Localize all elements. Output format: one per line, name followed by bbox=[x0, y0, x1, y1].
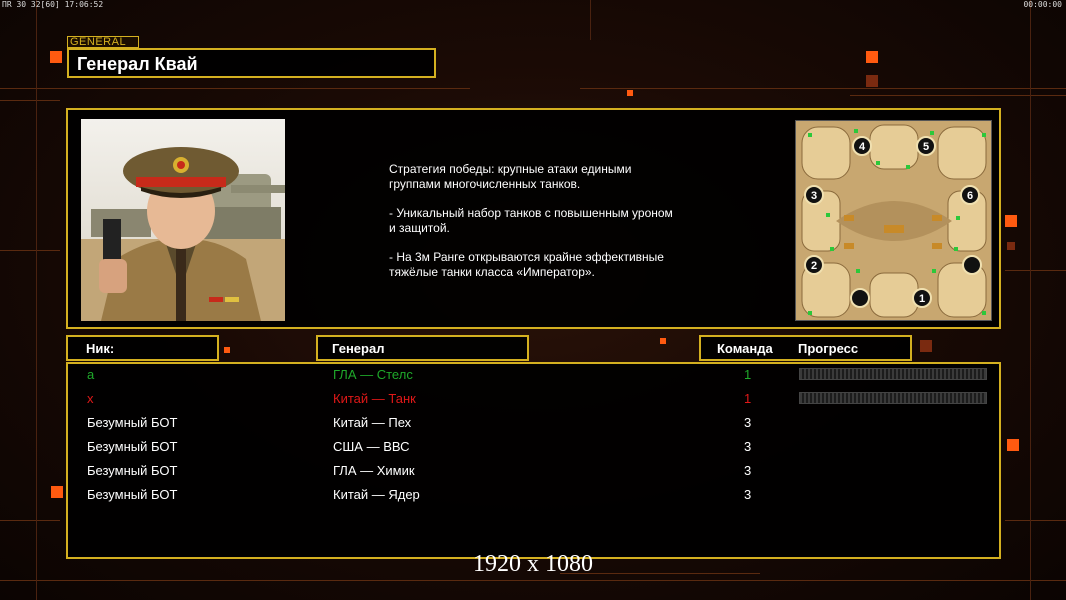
player-nick: x bbox=[87, 391, 94, 406]
deco-square bbox=[1007, 439, 1019, 451]
deco-line bbox=[0, 250, 60, 251]
map-slot-number: 4 bbox=[859, 141, 866, 153]
map-start-slot[interactable]: 5 bbox=[916, 136, 936, 156]
hud-stats: ПR 30 32[60] 17:06:52 bbox=[2, 0, 104, 9]
players-panel: а ГЛА — Стелс 1 x Китай — Танк 1 Безумный БОТ К… bbox=[66, 362, 1001, 559]
map-slot-number: 5 bbox=[923, 141, 929, 153]
deco-line bbox=[1030, 0, 1031, 600]
deco-line bbox=[1005, 270, 1066, 271]
player-nick: Безумный БОТ bbox=[87, 487, 178, 502]
header-nick-label: Ник: bbox=[86, 341, 115, 356]
deco-line bbox=[590, 0, 591, 40]
deco-square bbox=[627, 90, 633, 96]
deco-square bbox=[866, 75, 878, 87]
player-nick: Безумный БОТ bbox=[87, 463, 178, 478]
deco-square bbox=[866, 51, 878, 63]
deco-square bbox=[224, 347, 230, 353]
deco-square bbox=[920, 340, 932, 352]
deco-square bbox=[51, 486, 63, 498]
hud-timer: 00:00:00 bbox=[1023, 0, 1062, 9]
header-nick: Ник: bbox=[66, 335, 219, 361]
map-start-slot[interactable]: 1 bbox=[912, 288, 932, 308]
general-tag: GENERAL bbox=[67, 36, 139, 48]
player-general: Китай — Пех bbox=[333, 415, 412, 430]
deco-line bbox=[0, 580, 1066, 581]
strategy-text: - На 3м Ранге открываются крайне эффекти… bbox=[389, 250, 664, 279]
deco-line bbox=[850, 95, 1066, 96]
header-general: Генерал bbox=[316, 335, 529, 361]
player-team: 3 bbox=[744, 487, 752, 502]
map-preview: 1 2 3 4 5 6 bbox=[795, 120, 992, 321]
general-title-box: Генерал Квай bbox=[67, 48, 436, 78]
deco-square bbox=[660, 338, 666, 344]
map-slot-number: 6 bbox=[967, 190, 973, 202]
player-nick: Безумный БОТ bbox=[87, 439, 178, 454]
player-general: США — ВВС bbox=[333, 439, 410, 454]
map-start-slot[interactable]: 6 bbox=[960, 185, 980, 205]
header-progress-label: Прогресс bbox=[798, 341, 859, 356]
player-row[interactable]: x Китай — Танк 1 bbox=[68, 388, 999, 412]
player-row[interactable]: а ГЛА — Стелс 1 bbox=[68, 364, 999, 388]
player-team: 3 bbox=[744, 439, 752, 454]
player-nick: а bbox=[87, 367, 95, 382]
deco-line bbox=[580, 88, 1066, 89]
progress-bar bbox=[799, 368, 987, 380]
strategy-text: Стратегия победы: крупные атаки едиными … bbox=[389, 162, 632, 191]
player-general: Китай — Ядер bbox=[333, 487, 420, 502]
map-start-slot[interactable]: 3 bbox=[804, 185, 824, 205]
player-general: ГЛА — Стелс bbox=[333, 367, 413, 382]
player-nick: Безумный БОТ bbox=[87, 415, 178, 430]
deco-line bbox=[36, 0, 37, 600]
header-general-label: Генерал bbox=[332, 341, 385, 356]
map-slot-number: 3 bbox=[811, 190, 817, 202]
player-row[interactable]: Безумный БОТ Китай — Пех 3 bbox=[68, 412, 999, 436]
header-team-label: Команда bbox=[717, 341, 773, 356]
deco-line bbox=[1005, 520, 1066, 521]
general-name: Генерал Квай bbox=[77, 54, 198, 74]
general-portrait bbox=[81, 119, 285, 321]
map-slot-number: 1 bbox=[919, 293, 925, 305]
resolution-label: 1920 x 1080 bbox=[473, 551, 593, 577]
deco-line bbox=[0, 520, 60, 521]
map-start-slot[interactable]: 2 bbox=[804, 255, 824, 275]
player-team: 3 bbox=[744, 463, 752, 478]
player-team: 1 bbox=[744, 367, 752, 382]
map-empty-slot bbox=[850, 288, 870, 308]
map-empty-slot bbox=[962, 255, 982, 275]
player-team: 1 bbox=[744, 391, 752, 406]
header-team-progress: Команда Прогресс bbox=[699, 335, 912, 361]
deco-line bbox=[0, 88, 470, 89]
player-team: 3 bbox=[744, 415, 752, 430]
map-slot-number: 2 bbox=[811, 260, 817, 272]
player-row[interactable]: Безумный БОТ США — ВВС 3 bbox=[68, 436, 999, 460]
deco-square bbox=[50, 51, 62, 63]
player-general: ГЛА — Химик bbox=[333, 463, 415, 478]
map-start-slot[interactable]: 4 bbox=[852, 136, 872, 156]
progress-bar bbox=[799, 392, 987, 404]
player-row[interactable]: Безумный БОТ Китай — Ядер 3 bbox=[68, 484, 999, 508]
player-general: Китай — Танк bbox=[333, 391, 416, 406]
deco-line bbox=[0, 100, 60, 101]
deco-square bbox=[1005, 215, 1017, 227]
strategy-text: - Уникальный набор танков с повышенным у… bbox=[389, 206, 673, 235]
deco-square bbox=[1007, 242, 1015, 250]
player-row[interactable]: Безумный БОТ ГЛА — Химик 3 bbox=[68, 460, 999, 484]
strategy-description: Стратегия победы: крупные атаки едиными … bbox=[389, 162, 719, 294]
general-info-panel: Стратегия победы: крупные атаки едиными … bbox=[66, 108, 1001, 329]
